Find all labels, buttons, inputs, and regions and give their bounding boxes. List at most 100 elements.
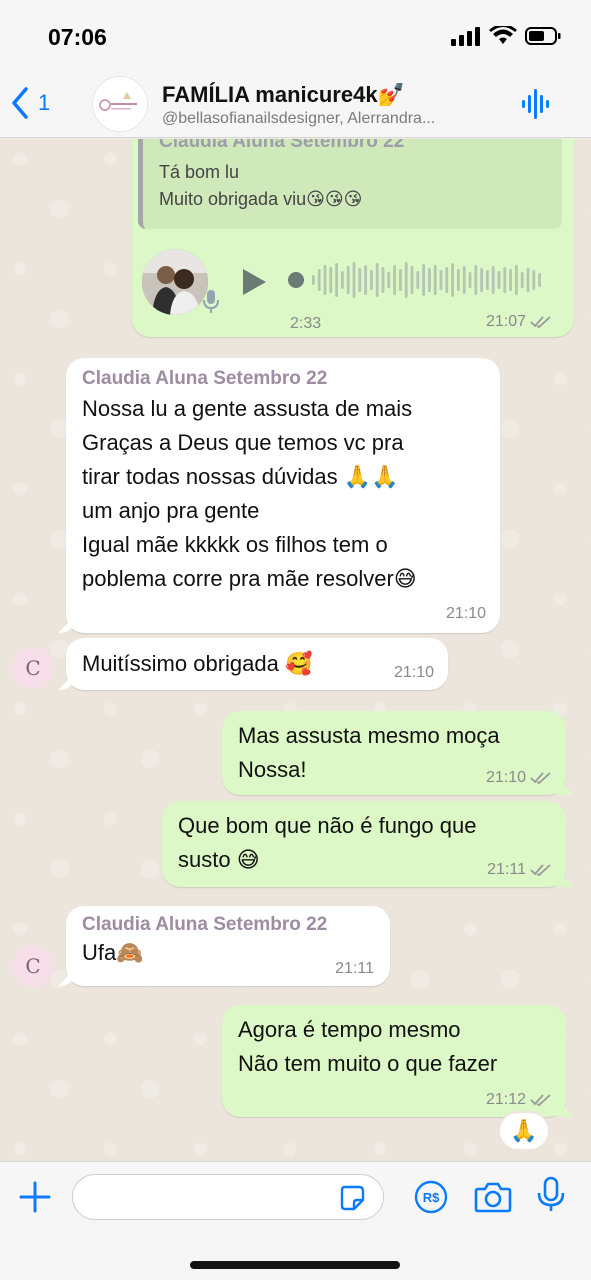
chat-area[interactable]: Claudia Aluna Setembro 22 Tá bom lu Muit… [0, 139, 591, 1161]
double-check-icon [530, 316, 551, 329]
avatar-letter: C [25, 656, 41, 680]
group-title[interactable]: FAMÍLIA manicure4k💅 [162, 82, 405, 108]
waveform-bar [375, 263, 379, 297]
waveform-bar [422, 264, 425, 296]
group-logo-icon [94, 78, 147, 131]
message-meta: 21:10 [394, 664, 434, 682]
waveform-bar [329, 267, 333, 293]
sender-avatar[interactable]: C [12, 647, 54, 689]
voice-waveform[interactable] [288, 257, 546, 303]
message-text: Nossa lu a gente assusta de mais Graças … [82, 396, 417, 591]
message-time: 21:11 [335, 960, 374, 977]
message-time: 21:10 [445, 605, 486, 622]
group-subtitle[interactable]: @bellasofianailsdesigner, Alerrandra... [162, 110, 492, 128]
back-button[interactable]: 1 [10, 86, 50, 120]
waveform-bar [323, 265, 327, 295]
sender-avatar[interactable]: C [12, 945, 54, 987]
waveform-bar [445, 267, 449, 293]
waveform-bar [509, 269, 512, 291]
microphone-button[interactable] [536, 1176, 566, 1219]
waveform-bar [497, 271, 501, 289]
waveform-bar [468, 272, 472, 288]
waveform-bar [416, 271, 420, 289]
waveform-bar [387, 272, 391, 288]
incoming-message[interactable]: Claudia Aluna Setembro 22 Ufa🙈 21:11 [66, 906, 390, 986]
waveform-bar [312, 275, 315, 285]
incoming-message[interactable]: Muitíssimo obrigada 🥰 21:10 [66, 638, 448, 690]
back-count: 1 [38, 90, 51, 115]
message-text: Ufa🙈 [82, 940, 144, 965]
audio-call-icon [522, 89, 549, 119]
camera-button[interactable] [474, 1180, 512, 1219]
composer-bar: R$ [0, 1161, 591, 1280]
waveform-bar [462, 266, 466, 294]
waveform-bar [480, 268, 483, 292]
quoted-sender: Claudia Aluna Setembro 22 [159, 139, 405, 152]
voice-duration-wrap: 2:33 [290, 315, 321, 333]
waveform-bar [532, 270, 536, 290]
pix-icon: R$ [414, 1180, 448, 1214]
waveform-bar [538, 273, 541, 287]
waveform-bar [364, 265, 367, 295]
voice-time: 21:07 [485, 313, 526, 330]
message-text: Agora é tempo mesmo Não tem muito o que … [238, 1017, 498, 1076]
mic-badge-icon [203, 290, 219, 313]
voice-meta: 21:07 [486, 313, 552, 331]
waveform-bar [335, 263, 338, 297]
play-button[interactable] [240, 267, 268, 302]
avatar-letter: C [25, 954, 41, 978]
sticker-button[interactable] [338, 1184, 366, 1217]
status-time: 07:06 [48, 24, 107, 50]
audio-call-button[interactable] [521, 88, 551, 125]
chat-header: 1 FAMÍLIA manicure4k💅 @bellasofianailsde… [0, 70, 591, 138]
attach-button[interactable] [18, 1180, 52, 1219]
waveform-bar [404, 262, 408, 298]
signal-icon [451, 27, 480, 46]
waveform-bar [428, 268, 431, 292]
voice-sender-avatar [142, 249, 208, 315]
message-time: 21:10 [485, 769, 526, 786]
svg-text:R$: R$ [423, 1190, 440, 1205]
message-meta: 21:12 [486, 1091, 552, 1109]
waveform-bar [393, 265, 396, 295]
battery-icon [525, 27, 561, 45]
double-check-icon [530, 864, 551, 877]
plus-icon [19, 1181, 51, 1213]
message-reaction[interactable]: 🙏 [498, 1111, 550, 1151]
group-avatar[interactable] [92, 76, 148, 132]
waveform-bar [399, 269, 402, 291]
incoming-message[interactable]: Claudia Aluna Setembro 22 Nossa lu a gen… [66, 358, 500, 633]
back-chevron-icon [12, 87, 28, 119]
outgoing-message[interactable]: Agora é tempo mesmo Não tem muito o que … [222, 1005, 566, 1117]
waveform-bar [317, 269, 321, 291]
outgoing-message[interactable]: Mas assusta mesmo moça Nossa! 21:10 [222, 711, 566, 795]
waveform-bar [352, 262, 356, 298]
waveform-bar [358, 268, 362, 292]
message-meta: 21:11 [487, 861, 552, 879]
status-bar: 07:06 [0, 0, 591, 70]
message-meta: 21:10 [446, 605, 486, 623]
waveform-bar [341, 271, 344, 289]
waveform-bar [520, 272, 524, 288]
waveform-bar [439, 270, 443, 290]
payment-button[interactable]: R$ [414, 1180, 448, 1219]
reaction-emoji: 🙏 [510, 1118, 538, 1143]
quoted-message[interactable]: Claudia Aluna Setembro 22 Tá bom lu Muit… [138, 139, 562, 229]
camera-icon [474, 1182, 512, 1213]
message-time: 21:11 [487, 861, 526, 878]
message-sender: Claudia Aluna Setembro 22 [82, 368, 328, 389]
outgoing-message[interactable]: Que bom que não é fungo que susto 😅 21:1… [162, 801, 566, 887]
double-check-icon [530, 772, 551, 785]
double-check-icon [530, 1094, 551, 1107]
waveform-bar [381, 267, 385, 293]
wifi-icon [489, 26, 517, 44]
voice-message-bubble[interactable]: Claudia Aluna Setembro 22 Tá bom lu Muit… [132, 139, 574, 337]
waveform-bar [474, 265, 478, 295]
home-indicator [190, 1261, 400, 1269]
waveform-bar [370, 270, 373, 290]
waveform-bar [515, 265, 518, 295]
waveform-bar [451, 263, 454, 297]
waveform-bar [457, 269, 460, 291]
voice-duration: 2:33 [290, 315, 322, 332]
waveform-bar [433, 265, 437, 295]
